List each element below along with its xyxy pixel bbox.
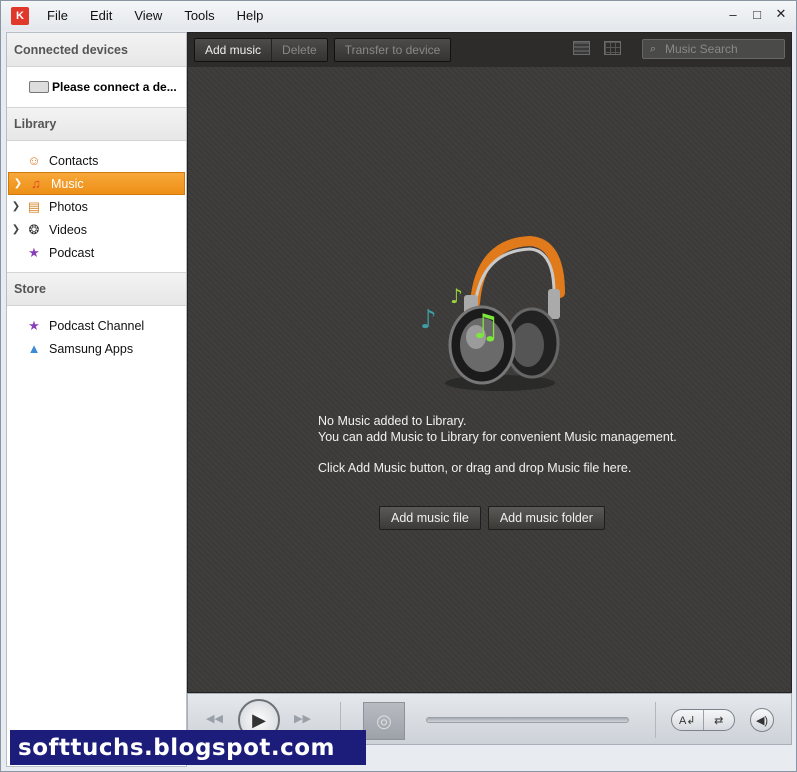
watermark-text: softtuchs.blogspot.com	[10, 730, 366, 765]
usb-device-icon	[29, 81, 49, 93]
next-track-icon[interactable]: ▶▶	[294, 712, 311, 725]
device-item[interactable]: Please connect a de...	[7, 67, 186, 107]
svg-text:♪: ♪	[420, 305, 437, 335]
menu-edit[interactable]: Edit	[82, 8, 126, 23]
separator	[655, 702, 656, 738]
minimize-button[interactable]: –	[724, 5, 742, 23]
empty-state-actions: Add music file Add music folder	[379, 506, 605, 530]
app-logo-icon: K	[11, 6, 29, 25]
repeat-icon[interactable]: A↲	[672, 710, 703, 730]
empty-line-3: Click Add Music button, or drag and drop…	[318, 461, 632, 475]
podcast-icon: ★	[28, 244, 40, 260]
podcast-channel-icon: ★	[28, 317, 40, 333]
list-view-icon[interactable]	[573, 41, 590, 55]
transfer-to-device-button[interactable]: Transfer to device	[334, 39, 451, 61]
sidebar-item-samsung-apps[interactable]: ▲ Samsung Apps	[7, 337, 186, 360]
add-music-button[interactable]: Add music	[195, 39, 273, 61]
add-music-file-button[interactable]: Add music file	[379, 506, 481, 530]
sidebar-item-label: Samsung Apps	[49, 341, 134, 356]
album-art-icon: ◎	[363, 702, 405, 740]
photos-icon: ▤	[27, 198, 41, 214]
chevron-right-icon[interactable]: ❯	[7, 224, 25, 235]
chevron-right-icon[interactable]: ❯	[7, 201, 25, 212]
sidebar-item-label: Videos	[49, 222, 87, 237]
connected-devices-heading: Connected devices	[7, 33, 186, 67]
search-icon: ⌕	[649, 42, 657, 55]
maximize-button[interactable]: □	[748, 5, 766, 23]
delete-button[interactable]: Delete	[272, 39, 327, 61]
music-search-input[interactable]: ⌕ Music Search	[642, 39, 785, 59]
sidebar-item-contacts[interactable]: ☺ Contacts	[7, 149, 186, 172]
menu-bar: K File Edit View Tools Help – □ ✕	[1, 1, 796, 30]
empty-library-message: No Music added to Library. You can add M…	[318, 413, 677, 476]
svg-text:♪: ♪	[450, 284, 463, 308]
sidebar-item-label: Music	[51, 176, 84, 191]
shuffle-icon[interactable]: ⇄	[702, 710, 735, 730]
menu-file[interactable]: File	[39, 8, 82, 23]
svg-text:♫: ♫	[470, 307, 500, 347]
store-heading: Store	[7, 272, 186, 306]
film-reel-icon: ❂	[28, 221, 40, 237]
store-list: ★ Podcast Channel ▲ Samsung Apps	[7, 306, 186, 368]
chevron-right-icon[interactable]: ❯	[9, 178, 27, 189]
sidebar-item-podcast-channel[interactable]: ★ Podcast Channel	[7, 314, 186, 337]
sidebar-item-label: Contacts	[49, 153, 99, 168]
edit-button-group: Add music Delete	[194, 38, 328, 62]
sidebar-item-label: Podcast Channel	[49, 318, 145, 333]
sidebar-item-music[interactable]: ❯ ♫ Music	[8, 172, 185, 195]
library-heading: Library	[7, 107, 186, 141]
sidebar-item-videos[interactable]: ❯ ❂ Videos	[7, 218, 186, 241]
menu-help[interactable]: Help	[229, 8, 278, 23]
samsung-apps-icon: ▲	[27, 341, 41, 356]
library-list: ☺ Contacts ❯ ♫ Music ❯ ▤ Photos ❯ ❂ Vide…	[7, 141, 186, 272]
search-placeholder: Music Search	[665, 42, 738, 56]
music-library-panel: Add music Delete Transfer to device ⌕ Mu…	[187, 32, 792, 693]
empty-line-1: No Music added to Library.	[318, 414, 467, 428]
app-window: K File Edit View Tools Help – □ ✕ Connec…	[0, 0, 797, 772]
music-note-icon: ♫	[31, 176, 41, 191]
contacts-icon: ☺	[27, 153, 41, 168]
toolbar: Add music Delete Transfer to device ⌕ Mu…	[188, 33, 791, 67]
sidebar-item-photos[interactable]: ❯ ▤ Photos	[7, 195, 186, 218]
empty-line-2: You can add Music to Library for conveni…	[318, 430, 677, 444]
playback-progress-slider[interactable]	[426, 717, 629, 723]
close-button[interactable]: ✕	[772, 5, 790, 23]
sidebar-item-label: Photos	[49, 199, 88, 214]
transfer-button-group: Transfer to device	[333, 38, 452, 62]
view-mode-toggle	[573, 41, 621, 55]
sidebar: Connected devices Please connect a de...…	[6, 32, 187, 767]
device-label: Please connect a de...	[52, 80, 177, 94]
grid-view-icon[interactable]	[604, 41, 621, 55]
menu-view[interactable]: View	[126, 8, 176, 23]
menu-tools[interactable]: Tools	[176, 8, 228, 23]
headphones-illustration: ♫ ♪ ♪	[420, 235, 565, 391]
sidebar-item-label: Podcast	[49, 245, 95, 260]
play-mode-group: A↲ ⇄	[671, 709, 735, 731]
add-music-folder-button[interactable]: Add music folder	[487, 506, 605, 530]
window-controls: – □ ✕	[724, 5, 790, 23]
volume-icon[interactable]: ◀)	[750, 708, 774, 732]
sidebar-item-podcast[interactable]: ★ Podcast	[7, 241, 186, 264]
previous-track-icon[interactable]: ◀◀	[206, 712, 223, 725]
